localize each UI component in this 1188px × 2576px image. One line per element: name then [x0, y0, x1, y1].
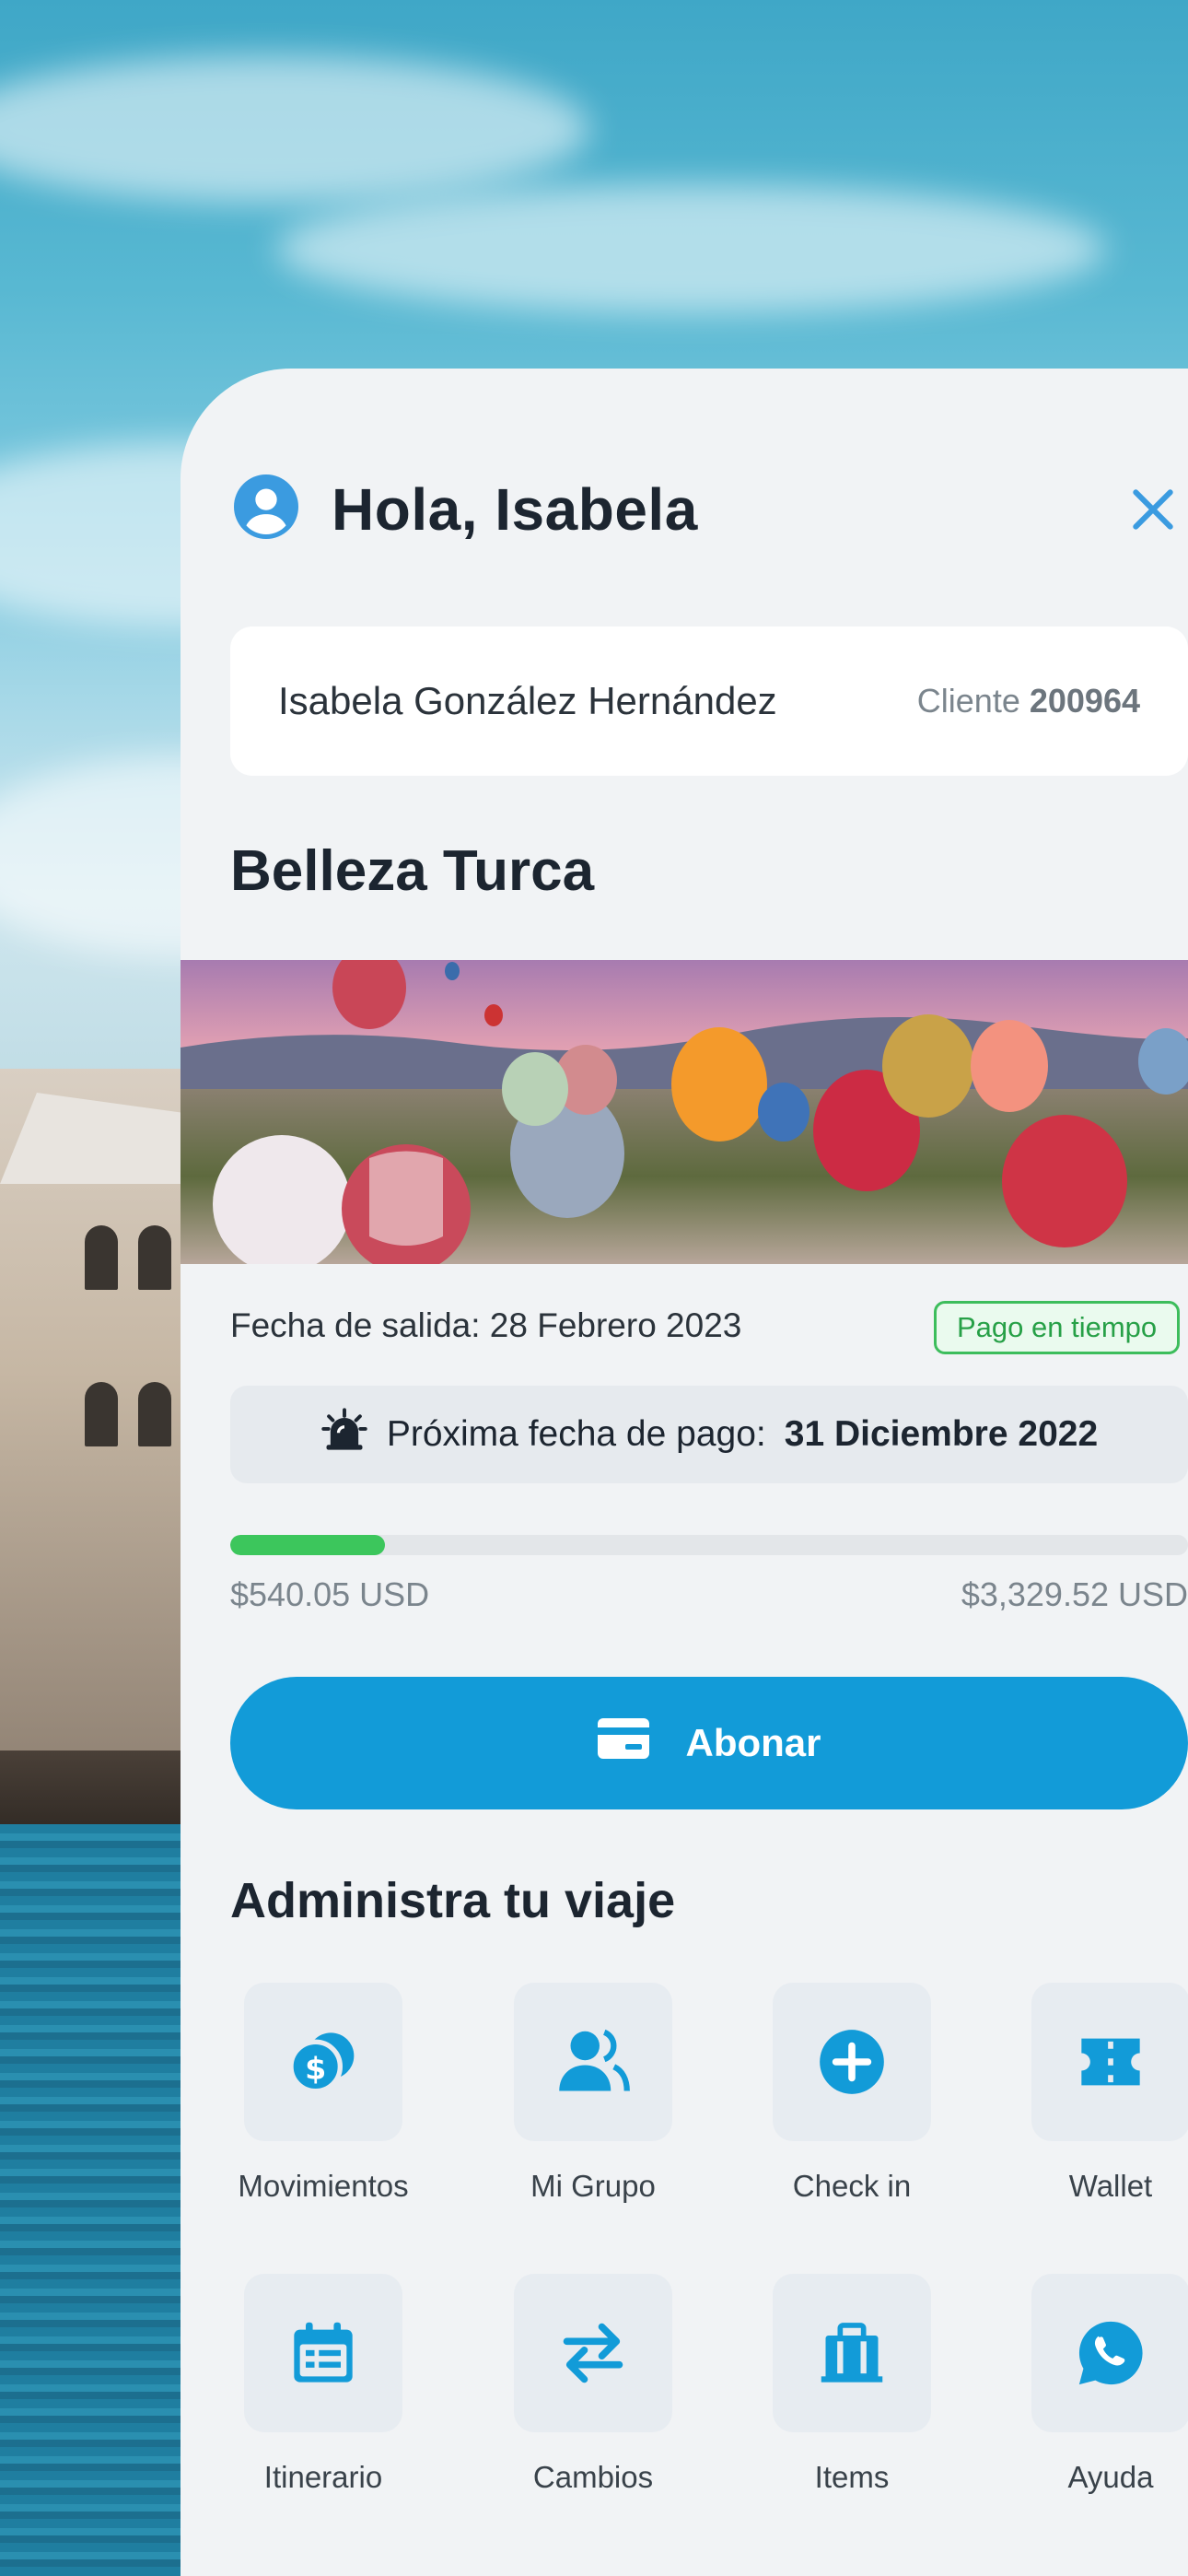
tile-check-in[interactable]: Check in [751, 1983, 953, 2204]
tile-movimientos[interactable]: $ Movimientos [222, 1983, 425, 2204]
manage-trip-title: Administra tu viaje [230, 1873, 676, 1928]
luggage-icon [821, 2323, 883, 2383]
whatsapp-icon [1078, 2321, 1143, 2385]
client-info-card: Isabela González Hernández Cliente 20096… [230, 626, 1188, 776]
greeting-header: Hola, Isabela [234, 474, 698, 544]
window [85, 1382, 118, 1446]
client-id: 200964 [1029, 682, 1140, 720]
cloud [276, 184, 1105, 313]
next-payment-date: 31 Diciembre 2022 [784, 1414, 1099, 1454]
trip-title: Belleza Turca [230, 839, 595, 903]
close-icon [1133, 489, 1173, 530]
tile-label: Wallet [1068, 2169, 1153, 2203]
tile-label: Movimientos [238, 2169, 409, 2203]
trip-card: Hola, Isabela Isabela González Hernández… [181, 369, 1188, 2576]
alarm-icon [320, 1406, 368, 1463]
tile-itinerario[interactable]: Itinerario [222, 2274, 425, 2495]
client-name: Isabela González Hernández [278, 679, 777, 722]
departure-date: Fecha de salida: 28 Febrero 2023 [230, 1306, 742, 1344]
calendar-icon [294, 2322, 353, 2383]
payment-progress-bar [230, 1535, 1188, 1555]
svg-text:$: $ [305, 2050, 326, 2086]
coins-icon: $ [288, 2032, 355, 2094]
greeting-title: Hola, Isabela [332, 475, 698, 543]
total-amount: $3,329.52 USD [961, 1575, 1188, 1613]
tile-label: Check in [792, 2169, 912, 2203]
tile-label: Ayuda [1067, 2460, 1154, 2494]
tile-label: Mi Grupo [530, 2169, 656, 2203]
plus-circle-icon [820, 2030, 884, 2094]
window [85, 1225, 118, 1290]
paid-amount: $540.05 USD [230, 1575, 430, 1613]
tile-items[interactable]: Items [751, 2274, 953, 2495]
pay-button[interactable]: Abonar [230, 1677, 1188, 1809]
tile-wallet[interactable]: Wallet [1009, 1983, 1188, 2204]
tile-ayuda[interactable]: Ayuda [1009, 2274, 1188, 2495]
swap-arrows-icon [563, 2323, 623, 2383]
window [138, 1382, 171, 1446]
payment-progress-fill [230, 1535, 386, 1555]
tile-label: Items [814, 2460, 890, 2494]
status-badge: Pago en tiempo [934, 1301, 1181, 1354]
pay-button-label: Abonar [685, 1721, 821, 1764]
group-icon [559, 2029, 630, 2091]
ticket-icon [1081, 2038, 1140, 2086]
trip-photo [181, 960, 1188, 1264]
card-icon [597, 1717, 649, 1769]
user-avatar-icon [234, 474, 298, 544]
next-payment-banner: Próxima fecha de pago: 31 Diciembre 2022 [230, 1386, 1188, 1483]
window [138, 1225, 171, 1290]
close-button[interactable] [1127, 484, 1179, 535]
next-payment-label: Próxima fecha de pago: [386, 1414, 766, 1454]
tile-cambios[interactable]: Cambios [492, 2274, 694, 2495]
tile-mi-grupo[interactable]: Mi Grupo [492, 1983, 694, 2204]
client-label: Cliente [916, 682, 1020, 720]
client-number: Cliente 200964 [917, 682, 1140, 720]
tile-label: Cambios [532, 2460, 654, 2494]
tile-label: Itinerario [263, 2460, 383, 2494]
